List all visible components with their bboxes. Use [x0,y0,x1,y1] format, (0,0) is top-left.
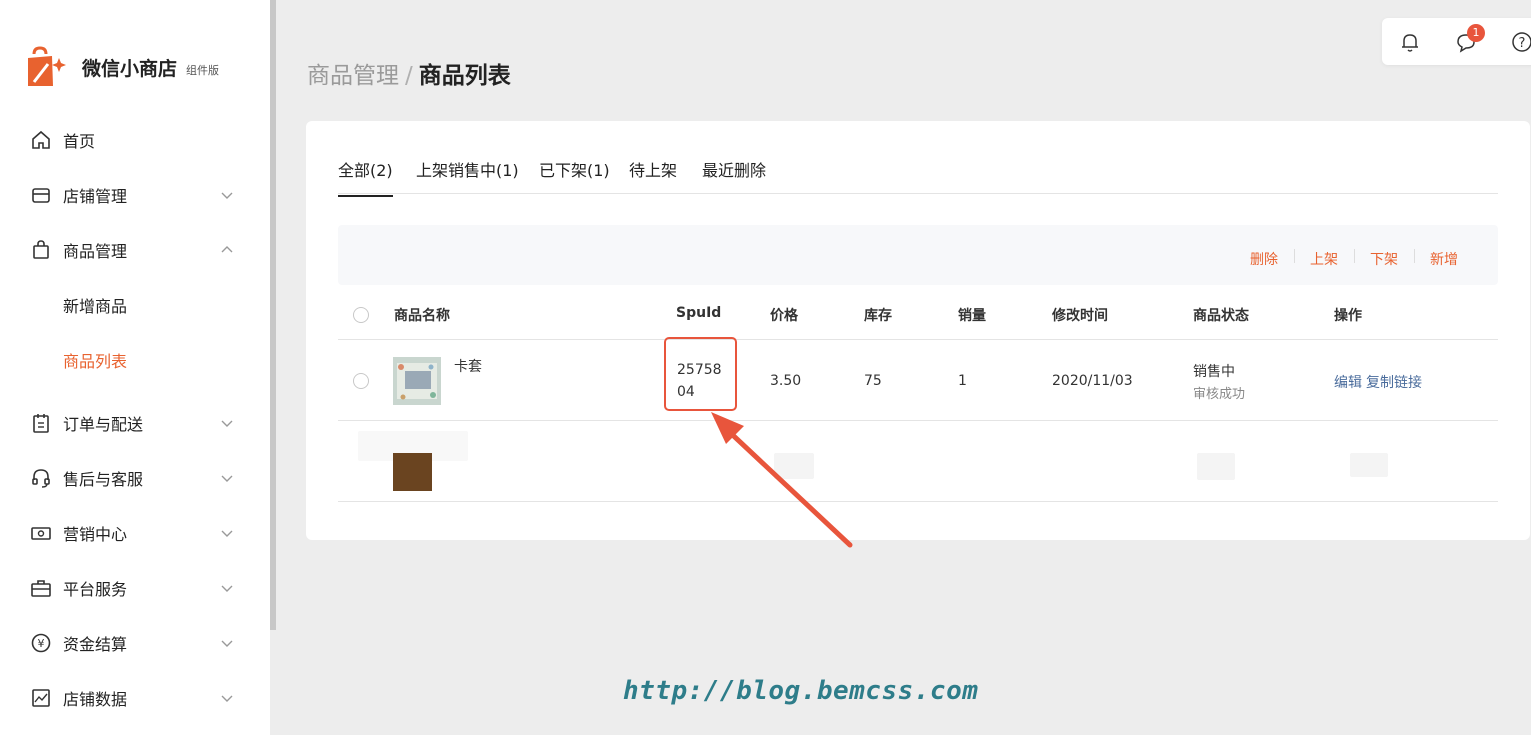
modified-time: 2020/11/03 [1052,373,1133,389]
sidebar-item-label: 营销中心 [63,525,128,544]
shop-bag-logo-icon [26,46,66,88]
chevron-down-icon [221,530,233,537]
product-list-card: 全部(2) 上架销售中(1) 已下架(1) 待上架 最近删除 删除 上架 下架 … [306,121,1530,540]
sidebar-item-store-data[interactable]: 店铺数据 [0,678,270,718]
sidebar-item-label: 订单与配送 [63,415,144,434]
sidebar-item-add-product[interactable]: 新增商品 [0,285,270,325]
price: 3.50 [770,373,802,389]
chevron-down-icon [221,192,233,199]
sidebar-item-platform-services[interactable]: 平台服务 [0,568,270,608]
product-thumbnail-placeholder [393,453,432,491]
sidebar-item-label: 商品列表 [63,352,128,371]
column-header: SpuId [676,305,722,321]
chevron-down-icon [221,475,233,482]
sidebar-item-product-list[interactable]: 商品列表 [0,340,270,380]
store-icon [32,188,50,203]
column-header: 修改时间 [1052,308,1108,324]
placeholder-block [774,453,814,479]
action-toolbar: 删除 上架 下架 新增 [338,225,1498,285]
clipboard-icon [33,414,49,433]
sidebar-item-label: 平台服务 [63,580,128,599]
table-row[interactable]: 卡套 25758 04 3.50 75 1 2020/11/03 销售中 审核成… [338,340,1498,421]
chevron-down-icon [221,420,233,427]
chart-icon [32,689,50,707]
delete-button[interactable]: 删除 [1250,249,1278,269]
sidebar: 微信小商店 组件版 首页 店铺管理 商品管理 新增商品 商品列表 订单与配送 售… [0,0,270,735]
breadcrumb-parent[interactable]: 商品管理 [307,63,399,89]
product-name[interactable]: 卡套 [454,356,482,376]
breadcrumb: 商品管理 / 商品列表 [307,56,511,90]
chevron-down-icon [221,585,233,592]
toolbar-divider [1294,249,1295,263]
sidebar-item-store-management[interactable]: 店铺管理 [0,175,270,215]
page-title: 商品列表 [418,63,511,89]
message-count-badge: 1 [1467,24,1485,42]
placeholder-block [1350,453,1388,477]
sidebar-item-label: 售后与客服 [63,470,144,489]
column-header: 商品名称 [394,308,450,324]
spu-id-highlight-box [664,337,737,411]
sidebar-item-label: 新增商品 [63,297,128,316]
bell-icon[interactable] [1398,30,1422,54]
help-icon[interactable]: ? [1510,30,1531,54]
table-header: 商品名称 SpuId 价格 库存 销量 修改时间 商品状态 操作 [338,291,1498,340]
sidebar-scrollbar[interactable] [270,0,276,630]
edit-link[interactable]: 编辑 [1334,372,1362,392]
yuan-icon: ¥ [31,633,51,653]
product-thumbnail[interactable] [393,357,441,405]
sidebar-item-settlement[interactable]: ¥ 资金结算 [0,623,270,663]
sidebar-item-label: 店铺管理 [63,187,128,206]
tab-delisted[interactable]: 已下架(1) [539,157,610,181]
sidebar-item-marketing[interactable]: 营销中心 [0,513,270,553]
app-title: 微信小商店 [82,57,178,80]
sidebar-item-label: 首页 [63,132,96,151]
sidebar-item-label: 商品管理 [63,242,128,261]
sales: 1 [958,373,967,389]
logo[interactable]: 微信小商店 组件版 [26,46,219,88]
stock: 75 [864,373,882,389]
table-row-loading [338,421,1498,502]
watermark-url: http://blog.bemcss.com [623,676,979,706]
svg-text:?: ? [1519,36,1526,51]
column-header: 销量 [958,308,986,324]
sidebar-item-after-sales[interactable]: 售后与客服 [0,458,270,498]
sidebar-item-product-management[interactable]: 商品管理 [0,230,270,270]
column-header: 价格 [770,308,798,324]
tab-recently-deleted[interactable]: 最近删除 [702,157,766,181]
home-icon [32,130,50,149]
ticket-icon [31,527,51,540]
app-edition: 组件版 [186,64,220,77]
status: 销售中 [1193,364,1235,380]
copy-link[interactable]: 复制链接 [1366,372,1422,392]
bag-icon [33,240,49,259]
svg-text:¥: ¥ [38,637,45,650]
status-tabs: 全部(2) 上架销售中(1) 已下架(1) 待上架 最近删除 [338,154,1498,197]
sidebar-item-label: 资金结算 [63,635,128,654]
review-status: 审核成功 [1193,387,1246,402]
headset-icon [32,469,50,488]
chevron-down-icon [221,695,233,702]
column-header: 库存 [864,308,892,324]
add-button[interactable]: 新增 [1430,249,1458,269]
top-toolbar: ? [1382,18,1531,65]
tab-on-sale[interactable]: 上架销售中(1) [416,157,519,181]
column-header: 商品状态 [1193,308,1249,324]
select-all-checkbox[interactable] [353,307,369,323]
sidebar-item-home[interactable]: 首页 [0,120,270,160]
column-header: 操作 [1334,308,1362,324]
row-checkbox[interactable] [353,373,369,389]
placeholder-block [1197,453,1235,480]
sidebar-item-label: 店铺数据 [63,690,128,709]
chevron-up-icon [221,246,233,253]
breadcrumb-separator: / [405,63,413,89]
chevron-down-icon [221,640,233,647]
unlist-button[interactable]: 下架 [1370,249,1398,269]
tab-pending[interactable]: 待上架 [629,157,677,181]
toolbar-divider [1414,249,1415,263]
tab-all[interactable]: 全部(2) [338,157,393,197]
sidebar-item-orders[interactable]: 订单与配送 [0,403,270,443]
toolbar-divider [1354,249,1355,263]
list-button[interactable]: 上架 [1310,249,1338,269]
briefcase-icon [31,580,51,597]
